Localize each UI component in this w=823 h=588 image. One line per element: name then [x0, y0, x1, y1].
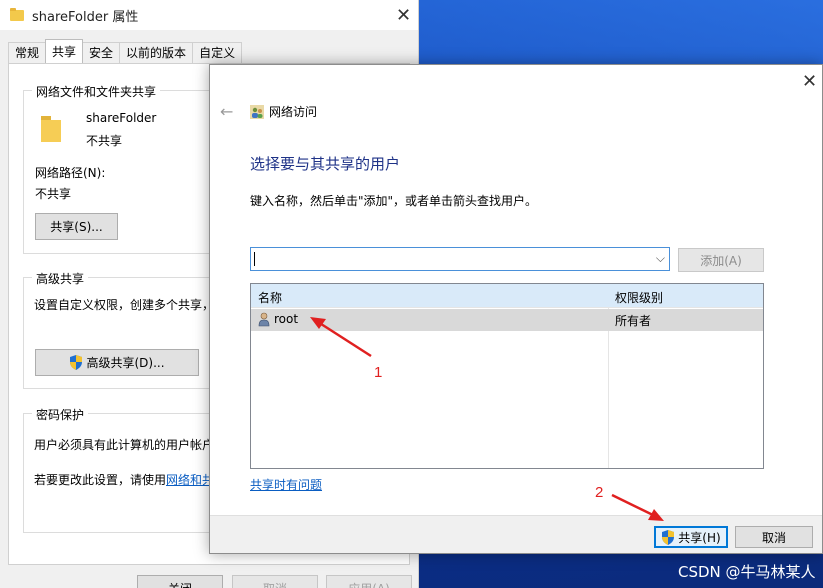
add-button[interactable]: 添加(A)	[678, 248, 764, 272]
password-protection-text: 用户必须具有此计算机的用户帐户	[34, 438, 215, 452]
uac-shield-icon	[69, 355, 83, 370]
advanced-sharing-description: 设置自定义权限，创建多个共享，	[34, 298, 215, 312]
share-button[interactable]: 共享(S)...	[35, 213, 118, 240]
dialog-title: 网络访问	[269, 105, 318, 119]
folder-share-status: 不共享	[86, 134, 123, 148]
group-legend: 高级共享	[32, 270, 89, 287]
network-sharing-center-link[interactable]: 网络和共	[166, 473, 214, 487]
list-header: 名称 权限级别	[251, 284, 763, 308]
uac-shield-icon	[661, 529, 675, 545]
apply-button[interactable]: 应用(A)	[326, 575, 412, 588]
chevron-down-icon[interactable]: ⌵	[656, 251, 665, 266]
annotation-number-2: 2	[595, 484, 604, 501]
folder-name: shareFolder	[86, 111, 157, 125]
network-path-value: 不共享	[35, 187, 72, 201]
share-submit-label: 共享(H)	[678, 530, 721, 545]
network-users-icon	[250, 105, 264, 119]
advanced-sharing-button[interactable]: 高级共享(D)...	[35, 349, 199, 376]
user-name: root	[274, 312, 299, 326]
column-header-permission[interactable]: 权限级别	[615, 289, 663, 306]
user-name-combobox[interactable]: ⌵	[250, 247, 670, 271]
password-change-text: 若要更改此设置，请使用网络和共	[34, 471, 214, 488]
close-icon[interactable]: ✕	[802, 71, 817, 92]
sharing-trouble-link[interactable]: 共享时有问题	[250, 476, 322, 493]
dialog-instruction: 键入名称，然后单击"添加"，或者单击箭头查找用户。	[250, 194, 538, 208]
permission-level[interactable]: 所有者	[615, 312, 651, 329]
dialog-footer: 共享(H) 取消	[210, 515, 822, 553]
users-list[interactable]: 名称 权限级别 root 所有者	[250, 283, 764, 469]
tab-sharing[interactable]: 共享	[45, 39, 84, 63]
folder-icon	[10, 7, 24, 21]
group-legend: 网络文件和文件夹共享	[32, 83, 161, 100]
text-caret	[254, 252, 255, 266]
advanced-sharing-button-label: 高级共享(D)...	[86, 356, 165, 370]
properties-tabs: 常规 共享 安全 以前的版本 自定义	[8, 39, 243, 63]
share-submit-button[interactable]: 共享(H)	[654, 526, 728, 548]
tab-general[interactable]: 常规	[8, 42, 47, 63]
column-header-name[interactable]: 名称	[258, 289, 282, 306]
properties-titlebar: shareFolder 属性 ✕	[0, 0, 418, 30]
dialog-cancel-button[interactable]: 取消	[735, 526, 813, 548]
dialog-heading: 选择要与其共享的用户	[250, 155, 401, 173]
list-item[interactable]: root 所有者	[251, 309, 763, 331]
user-icon	[258, 312, 270, 327]
column-divider	[608, 308, 609, 468]
folder-icon	[41, 116, 61, 142]
network-access-dialog: ✕ ← 网络访问 选择要与其共享的用户 键入名称，然后单击"添加"，或者单击箭头…	[209, 64, 823, 554]
back-arrow-icon[interactable]: ←	[220, 102, 233, 121]
watermark: CSDN @牛马林某人	[678, 563, 816, 581]
close-icon[interactable]: ✕	[396, 5, 411, 26]
group-legend: 密码保护	[32, 406, 89, 423]
password-change-prefix: 若要更改此设置，请使用	[34, 473, 167, 487]
annotation-number-1: 1	[374, 364, 383, 381]
cancel-button[interactable]: 取消	[232, 575, 318, 588]
tab-customize[interactable]: 自定义	[192, 42, 243, 63]
network-path-label: 网络路径(N):	[35, 166, 106, 180]
properties-title: shareFolder 属性	[32, 9, 139, 25]
tab-previous-versions[interactable]: 以前的版本	[119, 42, 194, 63]
tab-security[interactable]: 安全	[82, 42, 121, 63]
close-button[interactable]: 关闭	[137, 575, 223, 588]
